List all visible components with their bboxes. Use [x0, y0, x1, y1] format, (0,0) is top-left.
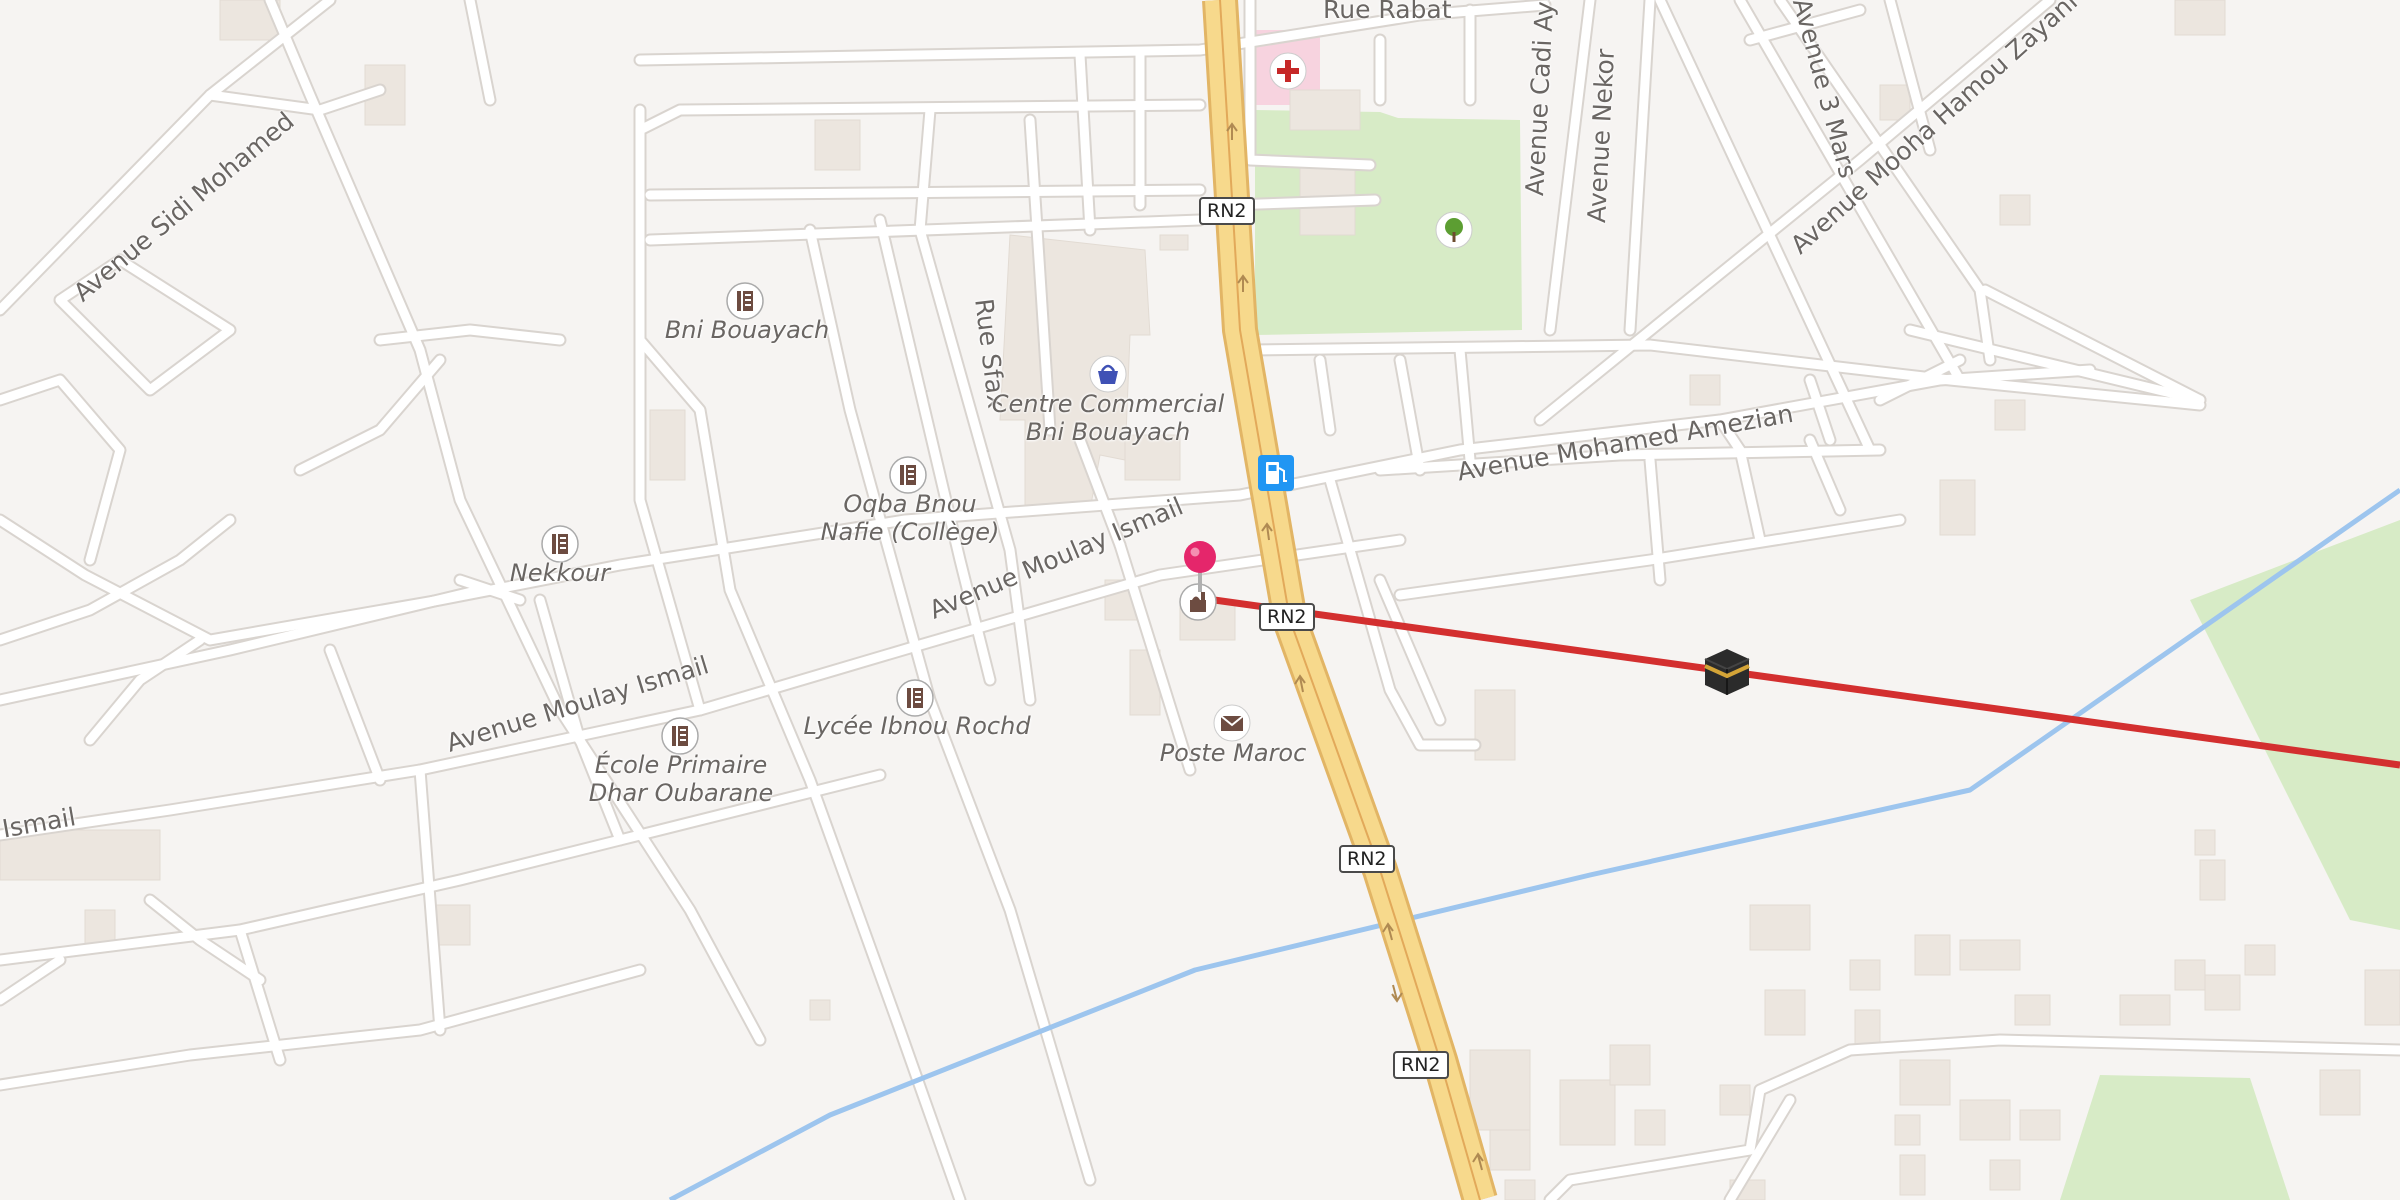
school-icon[interactable]: [540, 524, 580, 564]
hospital-icon[interactable]: [1268, 51, 1308, 91]
poi-label-line: Nekkour: [509, 559, 611, 587]
road-shield-rn2: RN2: [1259, 603, 1315, 631]
poi-label-nekkour: Nekkour: [510, 559, 610, 587]
map-view[interactable]: Rue Rabat Avenue Sidi Mohamed Rue Sfax A…: [0, 0, 2400, 1200]
mail-icon[interactable]: [1212, 703, 1252, 743]
park-area: [1255, 110, 1522, 335]
street-label-rue-rabat: Rue Rabat: [1323, 0, 1452, 24]
poi-label-oqba-bnou-nafie: Oqba Bnou Nafie (Collège): [821, 490, 1000, 546]
poi-label-poste-maroc: Poste Maroc: [1160, 739, 1307, 767]
tree-icon[interactable]: [1434, 210, 1474, 250]
poi-label-line: Nafie (Collège): [820, 518, 1000, 546]
poi-label-line: Lycée Ibnou Rochd: [803, 712, 1031, 740]
road-shield-rn2: RN2: [1199, 197, 1255, 225]
shopping-bag-icon[interactable]: [1088, 354, 1128, 394]
poi-label-centre-commercial: Centre Commercial Bni Bouayach: [992, 390, 1224, 446]
poi-label-line: Centre Commercial: [991, 390, 1225, 418]
road-shield-rn2: RN2: [1393, 1051, 1449, 1079]
poi-label-line: École Primaire: [594, 751, 768, 779]
school-icon[interactable]: [725, 281, 765, 321]
kaaba-icon[interactable]: [1701, 645, 1753, 697]
poi-label-ecole-primaire: École Primaire Dhar Oubarane: [589, 751, 774, 807]
school-icon[interactable]: [660, 716, 700, 756]
poi-label-line: Bni Bouayach: [664, 316, 830, 344]
poi-label-line: Dhar Oubarane: [588, 779, 774, 807]
fuel-icon[interactable]: [1256, 453, 1296, 493]
poi-label-line: Bni Bouayach: [1025, 418, 1191, 446]
poi-label-bni-bouayach: Bni Bouayach: [665, 316, 829, 344]
park-area: [2060, 1075, 2290, 1200]
poi-label-line: Oqba Bnou: [843, 490, 977, 518]
poi-label-lycee-ibnou-rochd: Lycée Ibnou Rochd: [803, 712, 1030, 740]
road-shield-rn2: RN2: [1339, 845, 1395, 873]
poi-label-line: Poste Maroc: [1159, 739, 1307, 767]
school-icon[interactable]: [888, 455, 928, 495]
location-pin-icon[interactable]: [1180, 540, 1220, 600]
